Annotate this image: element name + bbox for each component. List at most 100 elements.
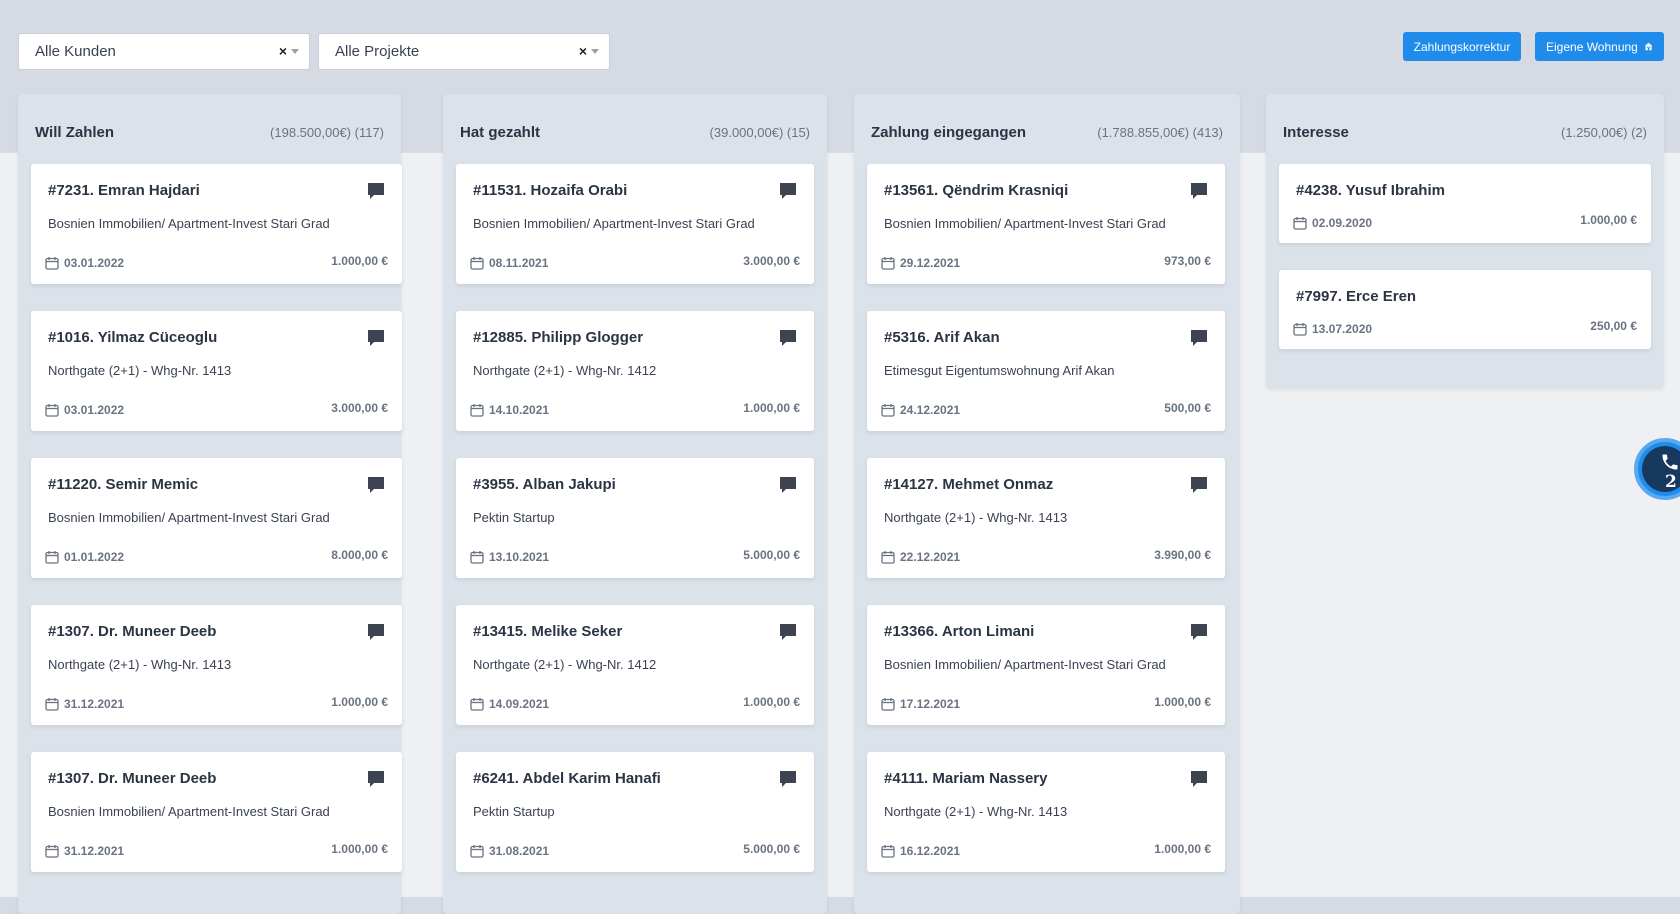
kanban-card[interactable]: #1307. Dr. Muneer Deeb Northgate (2+1) -… [31, 605, 402, 725]
card-title: #7997. Erce Eren [1296, 288, 1417, 305]
comment-icon[interactable] [1190, 623, 1208, 641]
own-apartment-button[interactable]: Eigene Wohnung [1535, 32, 1664, 61]
card-title: #4238. Yusuf Ibrahim [1296, 182, 1445, 199]
column-title: Will Zahlen [35, 124, 115, 141]
card-amount: 1.000,00 € [1580, 213, 1637, 227]
comment-icon[interactable] [367, 623, 385, 641]
card-title: #11531. Hozaifa Orabi [473, 182, 628, 199]
comment-icon[interactable] [367, 770, 385, 788]
card-date: 14.10.2021 [489, 403, 550, 417]
calendar-icon [881, 698, 895, 711]
comment-icon[interactable] [1190, 770, 1208, 788]
calendar-icon [45, 698, 59, 711]
card-project: Bosnien Immobilien/ Apartment-Invest Sta… [48, 216, 330, 231]
column-summary: (198.500,00€) (117) [270, 125, 384, 140]
card-date: 13.07.2020 [1312, 322, 1373, 336]
column-interesse: Interesse (1.250,00€) (2) #4238. Yusuf I… [1266, 94, 1664, 388]
kanban-card[interactable]: #13366. Arton Limani Bosnien Immobilien/… [867, 605, 1225, 725]
card-date: 14.09.2021 [489, 697, 550, 711]
column-will-zahlen: Will Zahlen (198.500,00€) (117) #7231. E… [18, 94, 402, 914]
project-filter-chevron-down-icon[interactable] [591, 49, 599, 54]
kanban-card[interactable]: #4238. Yusuf Ibrahim 02.09.2020 1.000,00… [1279, 164, 1651, 243]
comment-icon[interactable] [1190, 182, 1208, 200]
card-date: 02.09.2020 [1312, 216, 1373, 230]
card-title: #4111. Mariam Nassery [884, 770, 1048, 787]
card-date: 13.10.2021 [489, 550, 550, 564]
card-date: 31.08.2021 [489, 844, 550, 858]
calendar-icon [45, 845, 59, 858]
calendar-icon [881, 551, 895, 564]
comment-icon[interactable] [779, 182, 797, 200]
kanban-card[interactable]: #14127. Mehmet Onmaz Northgate (2+1) - W… [867, 458, 1225, 578]
card-date: 01.01.2022 [64, 550, 125, 564]
card-title: #3955. Alban Jakupi [473, 476, 616, 493]
calendar-icon [881, 404, 895, 417]
card-date: 31.12.2021 [64, 697, 125, 711]
project-filter-value: Alle Projekte [335, 43, 420, 60]
card-amount: 5.000,00 € [743, 548, 800, 562]
card-date: 29.12.2021 [900, 256, 961, 270]
kanban-card[interactable]: #6241. Abdel Karim Hanafi Pektin Startup… [456, 752, 814, 872]
card-date: 08.11.2021 [489, 256, 549, 270]
call-widget-button[interactable]: 2 [1634, 438, 1680, 500]
card-date: 17.12.2021 [900, 697, 961, 711]
card-amount: 3.000,00 € [743, 254, 800, 268]
card-amount: 1.000,00 € [743, 695, 800, 709]
project-filter-clear-icon[interactable]: × [579, 43, 587, 59]
card-amount: 3.990,00 € [1154, 548, 1211, 562]
card-date: 22.12.2021 [900, 550, 961, 564]
comment-icon[interactable] [367, 182, 385, 200]
kanban-card[interactable]: #1016. Yilmaz Cüceoglu Northgate (2+1) -… [31, 311, 402, 431]
kanban-card[interactable]: #13415. Melike Seker Northgate (2+1) - W… [456, 605, 814, 725]
comment-icon[interactable] [779, 329, 797, 347]
card-date: 03.01.2022 [64, 403, 125, 417]
column-summary: (1.788.855,00€) (413) [1097, 125, 1223, 140]
kanban-card[interactable]: #7997. Erce Eren 13.07.2020 250,00 € [1279, 270, 1651, 349]
project-filter-select[interactable]: Alle Projekte × [318, 33, 610, 70]
card-project: Bosnien Immobilien/ Apartment-Invest Sta… [48, 804, 330, 819]
card-title: #6241. Abdel Karim Hanafi [473, 770, 661, 787]
calendar-icon [45, 551, 59, 564]
card-title: #13366. Arton Limani [884, 623, 1035, 640]
kanban-card[interactable]: #12885. Philipp Glogger Northgate (2+1) … [456, 311, 814, 431]
comment-icon[interactable] [367, 329, 385, 347]
card-title: #11220. Semir Memic [48, 476, 199, 493]
card-project: Northgate (2+1) - Whg-Nr. 1413 [48, 657, 232, 672]
calendar-icon [45, 257, 59, 270]
calendar-icon [470, 698, 484, 711]
card-project: Bosnien Immobilien/ Apartment-Invest Sta… [884, 216, 1166, 231]
own-apartment-label: Eigene Wohnung [1546, 39, 1638, 54]
comment-icon[interactable] [779, 770, 797, 788]
kanban-card[interactable]: #7231. Emran Hajdari Bosnien Immobilien/… [31, 164, 402, 284]
card-title: #5316. Arif Akan [884, 329, 1000, 346]
kanban-card[interactable]: #4111. Mariam Nassery Northgate (2+1) - … [867, 752, 1225, 872]
kanban-card[interactable]: #11220. Semir Memic Bosnien Immobilien/ … [31, 458, 402, 578]
card-project: Northgate (2+1) - Whg-Nr. 1413 [884, 804, 1068, 819]
card-project: Northgate (2+1) - Whg-Nr. 1412 [473, 657, 657, 672]
kanban-card[interactable]: #3955. Alban Jakupi Pektin Startup 13.10… [456, 458, 814, 578]
card-amount: 3.000,00 € [331, 401, 388, 415]
house-icon [1644, 42, 1653, 51]
comment-icon[interactable] [1190, 329, 1208, 347]
calendar-icon [1293, 217, 1307, 230]
calendar-icon [45, 404, 59, 417]
kanban-card[interactable]: #1307. Dr. Muneer Deeb Bosnien Immobilie… [31, 752, 402, 872]
kanban-card[interactable]: #5316. Arif Akan Etimesgut Eigentumswohn… [867, 311, 1225, 431]
calendar-icon [470, 845, 484, 858]
comment-icon[interactable] [367, 476, 385, 494]
card-amount: 250,00 € [1590, 319, 1637, 333]
comment-icon[interactable] [779, 623, 797, 641]
payment-correction-button[interactable]: Zahlungskorrektur [1403, 32, 1521, 61]
kanban-card[interactable]: #11531. Hozaifa Orabi Bosnien Immobilien… [456, 164, 814, 284]
customer-filter-select[interactable]: Alle Kunden × [18, 33, 310, 70]
customer-filter-clear-icon[interactable]: × [279, 43, 287, 59]
customer-filter-chevron-down-icon[interactable] [291, 49, 299, 54]
comment-icon[interactable] [779, 476, 797, 494]
card-amount: 1.000,00 € [1154, 842, 1211, 856]
card-project: Bosnien Immobilien/ Apartment-Invest Sta… [884, 657, 1166, 672]
comment-icon[interactable] [1190, 476, 1208, 494]
kanban-card[interactable]: #13561. Qëndrim Krasniqi Bosnien Immobil… [867, 164, 1225, 284]
card-title: #12885. Philipp Glogger [473, 329, 644, 346]
column-title: Interesse [1283, 124, 1349, 141]
card-amount: 1.000,00 € [1154, 695, 1211, 709]
